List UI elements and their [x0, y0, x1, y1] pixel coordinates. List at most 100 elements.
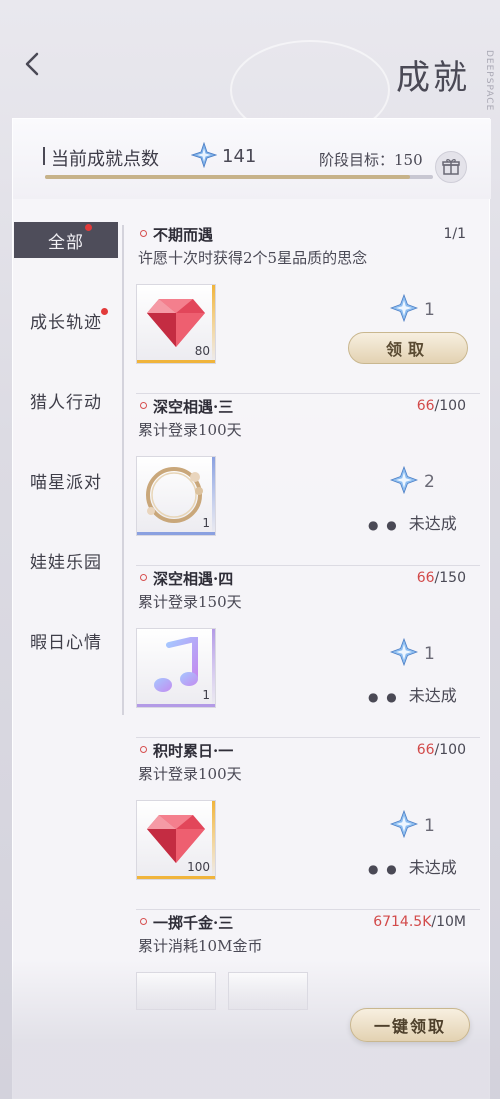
reward-points: 1	[424, 644, 435, 664]
rarity-bar	[137, 532, 215, 535]
status-label: 未达成	[408, 858, 457, 877]
points-header: 当前成就点数 141 阶段目标：150	[13, 119, 491, 199]
back-arrow-icon[interactable]	[20, 50, 46, 78]
achievement-card: 积时累日·一 66/100 累计登录100天 100 1 ● ● 未达成	[136, 738, 480, 910]
rarity-side-bar	[212, 629, 215, 707]
bullet-dot	[140, 746, 147, 753]
tab-2[interactable]: 猎人行动	[14, 382, 118, 418]
progress-current: 66	[416, 742, 435, 758]
achievement-progress: 1/1	[443, 226, 466, 242]
reward-points: 2	[424, 472, 435, 492]
achievement-title: 积时累日·一	[153, 742, 234, 760]
points-progress-fill	[45, 175, 410, 179]
achievement-list: 不期而遇 1/1 许愿十次时获得2个5星品质的思念 80 1 领取 深空相遇·三 66/100…	[136, 222, 480, 1010]
stage-goal: 阶段目标：150	[319, 151, 423, 169]
rarity-side-bar	[212, 285, 215, 363]
achievement-title: 深空相遇·三	[153, 398, 234, 416]
rarity-side-bar	[212, 801, 215, 879]
points-label: 当前成就点数	[51, 149, 159, 170]
tab-label: 喵星派对	[30, 472, 102, 493]
status-label: 未达成	[408, 514, 457, 533]
tab-badge-dot	[101, 308, 108, 315]
tab-label: 全部	[48, 232, 84, 253]
tab-divider	[122, 225, 124, 715]
bullet-dot	[140, 918, 147, 925]
item-count: 80	[194, 344, 210, 358]
page-title: 成就	[396, 58, 470, 98]
reward-item[interactable]: 1	[136, 456, 216, 536]
star-icon	[390, 294, 418, 322]
item-count: 100	[187, 860, 210, 874]
item-count: 1	[202, 516, 210, 530]
tab-label: 暇日心情	[30, 632, 102, 653]
achievement-title: 一掷千金·三	[153, 914, 234, 932]
tab-1[interactable]: 成长轨迹	[14, 302, 118, 338]
gift-icon	[442, 159, 460, 175]
claim-all-button[interactable]: 一键领取	[350, 1008, 470, 1042]
category-tabs: 全部成长轨迹猎人行动喵星派对娃娃乐园暇日心情	[14, 222, 118, 702]
progress-total: /100	[434, 742, 466, 758]
achievement-desc: 许愿十次时获得2个5星品质的思念	[138, 249, 368, 267]
music-note-icon	[154, 637, 198, 692]
achievement-desc: 累计登录100天	[138, 421, 242, 439]
star-icon	[390, 638, 418, 666]
status-dots: ● ●	[368, 518, 399, 532]
item-count: 1	[202, 688, 210, 702]
reward-item[interactable]: 80	[136, 284, 216, 364]
reward-item[interactable]	[228, 972, 308, 1010]
tab-badge-dot	[85, 224, 92, 231]
rarity-bar	[137, 876, 215, 879]
claim-button[interactable]: 领取	[348, 332, 468, 364]
achievement-progress: 66/100	[417, 742, 466, 758]
achievement-progress: 66/150	[417, 570, 466, 586]
achievement-card: 深空相遇·四 66/150 累计登录150天 1 1 ● ● 未达成	[136, 566, 480, 738]
achievement-desc: 累计登录150天	[138, 593, 242, 611]
points-value: 141	[222, 146, 257, 167]
progress-total: /10M	[431, 914, 466, 930]
points-progress-bar	[45, 175, 433, 179]
star-icon	[390, 810, 418, 838]
progress-total: /100	[434, 398, 466, 414]
achievement-card: 一掷千金·三 6714.5K/10M 累计消耗10M金币	[136, 910, 480, 1010]
reward-item[interactable]: 100	[136, 800, 216, 880]
progress-current: 66	[416, 570, 435, 586]
tab-0[interactable]: 全部	[14, 222, 118, 258]
status-not-achieved: ● ● 未达成	[368, 682, 457, 706]
achievement-card: 不期而遇 1/1 许愿十次时获得2个5星品质的思念 80 1 领取	[136, 222, 480, 394]
achievement-card: 深空相遇·三 66/100 累计登录100天 1 2 ● ● 未达成	[136, 394, 480, 566]
star-icon	[390, 466, 418, 494]
star-icon	[191, 142, 217, 168]
progress-current: 66	[416, 398, 435, 414]
achievement-title: 深空相遇·四	[153, 570, 234, 588]
header-mark	[43, 147, 45, 165]
gem-icon	[147, 815, 205, 863]
achievement-desc: 累计登录100天	[138, 765, 242, 783]
reward-points: 1	[424, 816, 435, 836]
status-label: 未达成	[408, 686, 457, 705]
achievement-progress: 6714.5K/10M	[373, 914, 466, 930]
tab-3[interactable]: 喵星派对	[14, 462, 118, 498]
tab-5[interactable]: 暇日心情	[14, 622, 118, 658]
side-decoration-text: DEEPSPACE	[484, 50, 494, 112]
reward-item[interactable]: 1	[136, 628, 216, 708]
status-not-achieved: ● ● 未达成	[368, 854, 457, 878]
progress-total: /1	[452, 226, 466, 242]
reward-item[interactable]	[136, 972, 216, 1010]
reward-points: 1	[424, 300, 435, 320]
progress-total: /150	[434, 570, 466, 586]
status-dots: ● ●	[368, 690, 399, 704]
bullet-dot	[140, 402, 147, 409]
achievement-progress: 66/100	[417, 398, 466, 414]
rarity-bar	[137, 704, 215, 707]
achievement-desc: 累计消耗10M金币	[138, 937, 263, 955]
gift-button[interactable]	[435, 151, 467, 183]
bullet-dot	[140, 230, 147, 237]
gem-icon	[147, 299, 205, 347]
tab-4[interactable]: 娃娃乐园	[14, 542, 118, 578]
bullet-dot	[140, 574, 147, 581]
rarity-side-bar	[212, 457, 215, 535]
tab-label: 成长轨迹	[30, 312, 102, 333]
tab-label: 猎人行动	[30, 392, 102, 413]
status-not-achieved: ● ● 未达成	[368, 510, 457, 534]
tab-label: 娃娃乐园	[30, 552, 102, 573]
